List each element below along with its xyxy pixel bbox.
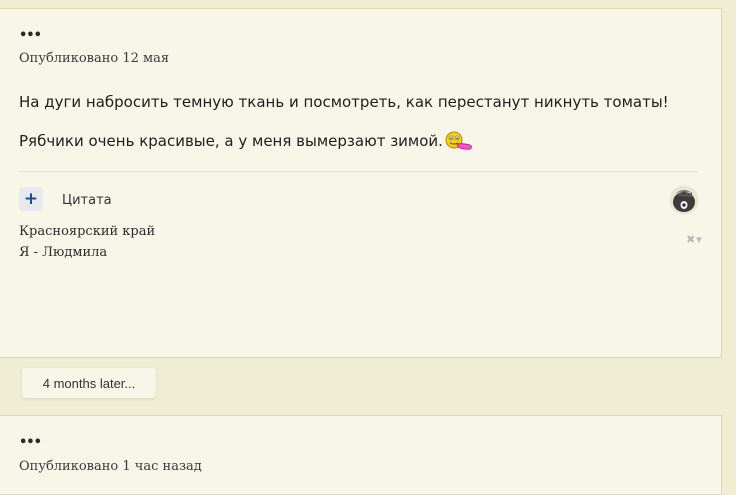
post-date: Опубликовано 1 час назад bbox=[19, 459, 202, 474]
add-quote-button[interactable]: + bbox=[19, 187, 43, 211]
post-menu-dots[interactable]: ••• bbox=[19, 29, 42, 42]
post-date: Опубликовано 12 мая bbox=[19, 51, 170, 66]
post-card: ••• Опубликовано 12 мая На дуги набросит… bbox=[0, 8, 722, 358]
post-paragraph-1: На дуги набросить темную ткань и посмотр… bbox=[19, 93, 669, 111]
user-avatar-icon[interactable] bbox=[669, 185, 699, 215]
quote-link[interactable]: Цитата bbox=[62, 193, 112, 208]
post-paragraph-2: Рябчики очень красивые, а у меня вымерза… bbox=[19, 131, 474, 151]
time-gap-separator[interactable]: 4 months later... bbox=[22, 368, 156, 398]
signature-name: Я - Людмила bbox=[19, 245, 108, 260]
post-menu-dots[interactable]: ••• bbox=[19, 436, 42, 449]
post-paragraph-2-text: Рябчики очень красивые, а у меня вымерза… bbox=[19, 132, 443, 150]
signature-location: Красноярский край bbox=[19, 224, 156, 239]
post-card: ••• Опубликовано 1 час назад bbox=[0, 415, 722, 495]
post-divider bbox=[19, 171, 698, 172]
post-controls-dropdown[interactable]: ✖▾ bbox=[686, 233, 703, 246]
tongue-out-smiley-icon bbox=[445, 131, 472, 150]
